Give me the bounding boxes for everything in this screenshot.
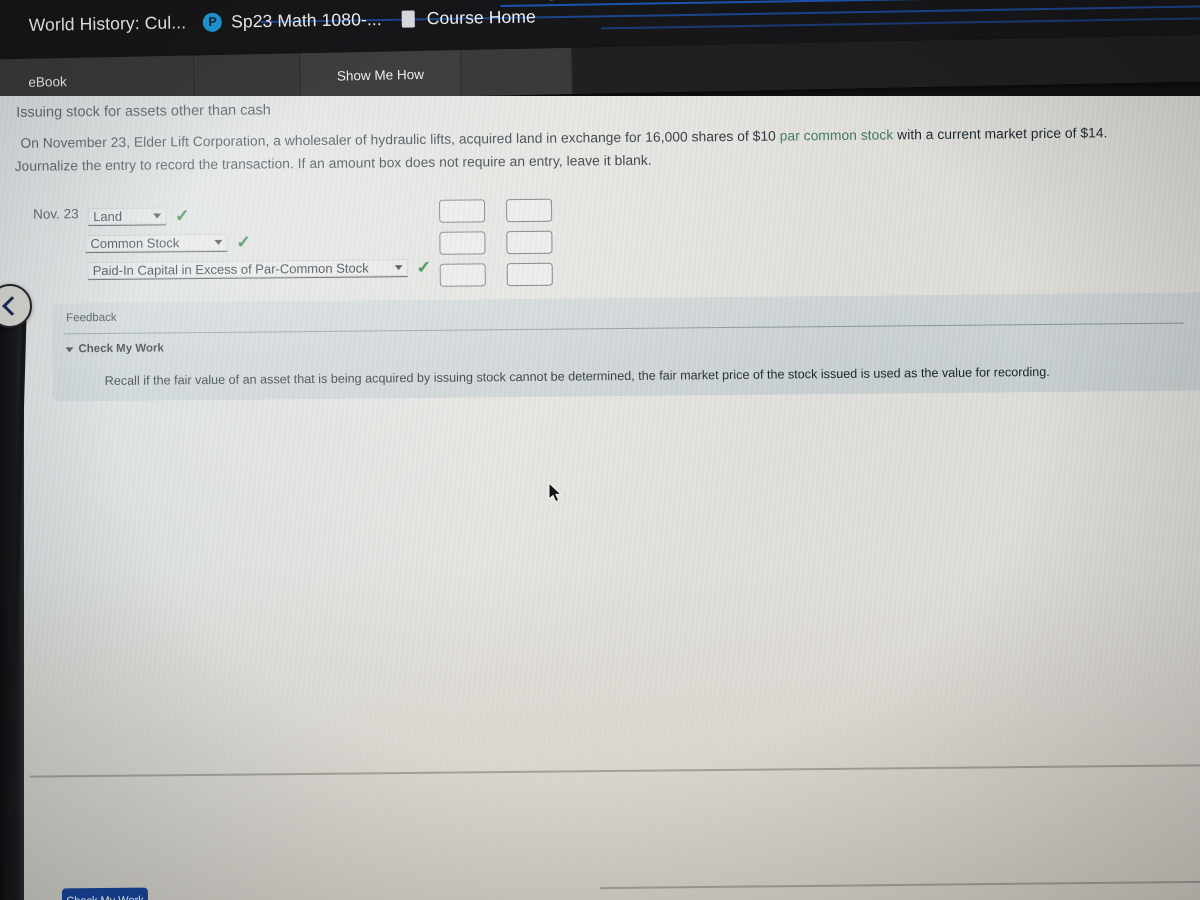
feedback-recall-text: Recall if the fair value of an asset tha… xyxy=(104,364,1050,389)
credit-input-3[interactable] xyxy=(506,262,553,287)
document-icon xyxy=(399,9,418,28)
account-select-3-value: Paid-In Capital in Excess of Par-Common … xyxy=(92,259,369,278)
check-my-work-submit-button[interactable]: Check My Work xyxy=(61,887,149,900)
question-prompt-line-2: Journalize the entry to record the trans… xyxy=(14,152,652,174)
validation-check-icon-3: ✓ xyxy=(416,257,432,278)
show-me-how-button[interactable]: Show Me How xyxy=(299,50,462,100)
browser-tab-label: Course Home xyxy=(426,6,536,29)
browser-tab-world-history[interactable]: World History: Cul... xyxy=(1,10,204,38)
debit-input-2[interactable] xyxy=(439,231,486,255)
pearson-p-icon: P xyxy=(202,12,223,32)
account-select-2[interactable]: Common Stock xyxy=(85,233,228,253)
check-my-work-label: Check My Work xyxy=(78,342,164,356)
credit-input-2[interactable] xyxy=(506,230,553,255)
question-title: Issuing stock for assets other than cash xyxy=(16,102,271,120)
prompt-part-c: with a current market price of $14. xyxy=(893,125,1108,143)
browser-tab-course-home[interactable]: Course Home xyxy=(399,4,553,32)
assignment-page: Issuing stock for assets other than cash… xyxy=(0,96,1200,900)
prompt-part-b: par common stock xyxy=(779,127,894,144)
chevron-down-icon xyxy=(214,239,223,245)
amount-row-2 xyxy=(439,230,553,255)
browser-tab-label: Sp23 Math 1080-... xyxy=(230,9,382,32)
amount-boxes xyxy=(439,198,553,296)
question-prompt-line-1: On November 23, Elder Lift Corporation, … xyxy=(20,125,1107,150)
blank-favicon-icon xyxy=(1,16,20,35)
browser-tab-label: World History: Cul... xyxy=(28,12,187,35)
debit-input-3[interactable] xyxy=(439,263,486,287)
chevron-left-icon xyxy=(2,296,22,316)
page-empty-area xyxy=(20,566,1200,900)
tab-highlight-line xyxy=(600,16,1200,30)
account-select-3[interactable]: Paid-In Capital in Excess of Par-Common … xyxy=(87,258,408,280)
monitor-photo: ...assignmentSessionLocator=&inprogress=… xyxy=(0,0,1200,900)
question-title-text: Issuing stock for assets other than cash xyxy=(16,102,271,121)
triangle-down-icon xyxy=(65,346,74,352)
toolbar-spacer xyxy=(193,53,301,102)
validation-check-icon-1: ✓ xyxy=(175,206,190,226)
amount-row-1 xyxy=(439,198,553,223)
chevron-down-icon xyxy=(153,213,162,219)
chevron-down-icon xyxy=(394,265,403,271)
account-select-1[interactable]: Land xyxy=(88,206,167,226)
credit-input-1[interactable] xyxy=(506,198,553,223)
validation-check-icon-2: ✓ xyxy=(236,232,251,252)
toolbar-spacer xyxy=(460,47,573,97)
prompt-part-a: On November 23, Elder Lift Corporation, … xyxy=(20,128,780,151)
monitor-bezel-left xyxy=(0,300,24,900)
amount-row-3 xyxy=(439,262,553,287)
browser-tab-sp23-math[interactable]: P Sp23 Math 1080-... xyxy=(202,7,399,35)
feedback-title: Feedback xyxy=(66,311,117,325)
account-select-1-value: Land xyxy=(93,208,123,224)
browser-tab-strip: World History: Cul... P Sp23 Math 1080-.… xyxy=(1,4,553,38)
account-select-2-value: Common Stock xyxy=(90,234,180,251)
check-my-work-toggle[interactable]: Check My Work xyxy=(65,342,164,355)
debit-input-1[interactable] xyxy=(439,199,486,223)
feedback-panel: Feedback Check My Work Recall if the fai… xyxy=(51,292,1200,402)
feedback-divider xyxy=(64,322,1185,335)
